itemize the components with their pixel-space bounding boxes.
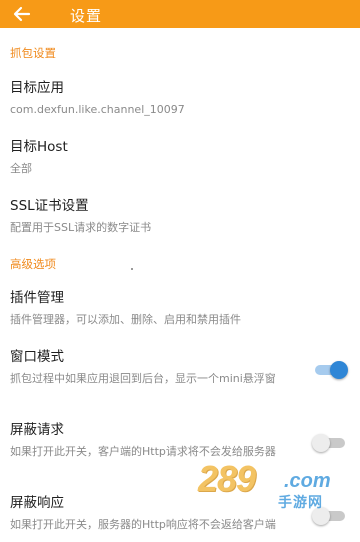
back-button[interactable] xyxy=(10,2,34,26)
window-mode-toggle[interactable] xyxy=(312,360,348,380)
page-title: 设置 xyxy=(70,7,103,25)
pref-title: 插件管理 xyxy=(10,290,64,306)
pref-title: 窗口模式 xyxy=(10,349,64,365)
pref-ssl-cert[interactable]: SSL证书设置 配置用于SSL请求的数字证书 xyxy=(10,194,350,236)
toggle-thumb xyxy=(330,361,348,379)
toggle-thumb xyxy=(312,434,330,452)
section-header-capture: 抓包设置 xyxy=(10,46,56,60)
pref-title: 目标应用 xyxy=(10,80,64,96)
pref-block-response[interactable]: 屏蔽响应 如果打开此开关，服务器的Http响应将不会返给客户端 xyxy=(10,491,350,533)
section-header-advanced: 高级选项 xyxy=(10,257,56,271)
arrow-left-icon xyxy=(13,6,31,22)
pref-summary: 抓包过程中如果应用退回到后台，显示一个mini悬浮窗 xyxy=(10,372,276,385)
pref-summary: 如果打开此开关，客户端的Http请求将不会发给服务器 xyxy=(10,445,276,458)
pref-title: SSL证书设置 xyxy=(10,198,89,214)
pref-summary: 配置用于SSL请求的数字证书 xyxy=(10,221,152,234)
toggle-thumb xyxy=(312,507,330,525)
pref-summary: 插件管理器，可以添加、删除、启用和禁用插件 xyxy=(10,313,241,326)
pref-target-app[interactable]: 目标应用 com.dexfun.like.channel_10097 xyxy=(10,76,350,118)
divider-dot xyxy=(131,268,133,270)
watermark-domain: .com xyxy=(284,470,331,492)
block-request-toggle[interactable] xyxy=(312,433,348,453)
pref-summary: com.dexfun.like.channel_10097 xyxy=(10,103,185,116)
pref-block-request[interactable]: 屏蔽请求 如果打开此开关，客户端的Http请求将不会发给服务器 xyxy=(10,418,350,460)
pref-summary: 如果打开此开关，服务器的Http响应将不会返给客户端 xyxy=(10,518,276,531)
pref-target-host[interactable]: 目标Host 全部 xyxy=(10,135,350,177)
pref-title: 目标Host xyxy=(10,139,68,155)
pref-window-mode[interactable]: 窗口模式 抓包过程中如果应用退回到后台，显示一个mini悬浮窗 xyxy=(10,345,350,387)
pref-summary: 全部 xyxy=(10,162,32,175)
pref-title: 屏蔽请求 xyxy=(10,422,64,438)
app-bar: 设置 xyxy=(0,0,360,28)
pref-title: 屏蔽响应 xyxy=(10,495,64,511)
pref-plugins[interactable]: 插件管理 插件管理器，可以添加、删除、启用和禁用插件 xyxy=(10,286,350,328)
block-response-toggle[interactable] xyxy=(312,506,348,526)
